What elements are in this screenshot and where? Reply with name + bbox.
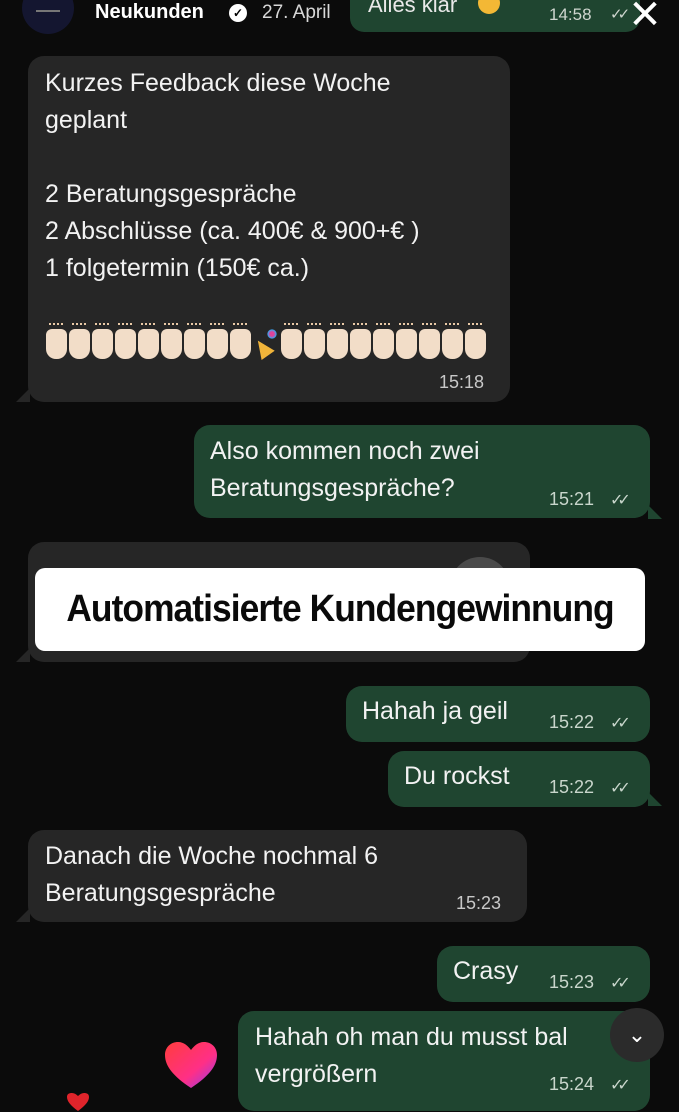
raising-hands-emoji-icon <box>92 323 113 359</box>
message-text: Du rockst <box>404 762 510 790</box>
emoji-row <box>46 323 486 361</box>
read-receipt-icon: ✓✓ <box>610 975 631 992</box>
message-time: 15:22 <box>549 712 595 732</box>
party-popper-emoji-icon <box>253 329 279 359</box>
raising-hands-emoji-icon <box>115 323 136 359</box>
raising-hands-emoji-icon <box>350 323 371 359</box>
raising-hands-emoji-icon <box>281 323 302 359</box>
message-time: 14:58 <box>549 5 592 24</box>
message-time: 15:24 <box>549 1074 595 1094</box>
read-receipt-icon: ✓✓ <box>610 6 630 23</box>
message-text: Also kommen noch zwei Beratungsgespräche… <box>210 437 480 502</box>
verified-badge-icon: ✓ <box>229 4 247 22</box>
raising-hands-emoji-icon <box>304 323 325 359</box>
raising-hands-emoji-icon <box>442 323 463 359</box>
raising-hands-emoji-icon <box>46 323 67 359</box>
read-receipt-icon: ✓✓ <box>610 1077 631 1094</box>
message-time: 15:18 <box>439 372 485 392</box>
close-icon[interactable]: ✕ <box>624 0 666 36</box>
message-text: Alles klar <box>368 0 458 17</box>
raising-hands-emoji-icon <box>161 323 182 359</box>
heart-icon <box>67 1093 89 1111</box>
read-receipt-icon: ✓✓ <box>610 715 631 732</box>
bubble-tail <box>648 505 662 519</box>
raising-hands-emoji-icon <box>207 323 228 359</box>
raising-hands-emoji-icon <box>419 323 440 359</box>
message-time: 15:23 <box>549 972 595 992</box>
heart-icon <box>165 1042 217 1088</box>
message-time: 15:21 <box>549 489 595 509</box>
message-time: 15:23 <box>456 893 502 913</box>
date-label: 27. April <box>262 2 331 23</box>
raising-hands-emoji-icon <box>230 323 251 359</box>
message-text: Kurzes Feedback diese Woche geplant 2 Be… <box>45 69 420 282</box>
message-text: Hahah ja geil <box>362 697 508 725</box>
raising-hands-emoji-icon <box>327 323 348 359</box>
raising-hands-emoji-icon <box>69 323 90 359</box>
message-text: Crasy <box>453 957 519 985</box>
raising-hands-emoji-icon <box>373 323 394 359</box>
chat-title[interactable]: Neukunden <box>95 1 204 24</box>
raising-hands-emoji-icon <box>184 323 205 359</box>
avatar[interactable] <box>22 0 74 34</box>
raising-hands-emoji-icon <box>138 323 159 359</box>
message-text: Danach die Woche nochmal 6 Beratungsgesp… <box>45 842 379 907</box>
read-receipt-icon: ✓✓ <box>610 780 631 797</box>
raising-hands-emoji-icon <box>465 323 486 359</box>
chevron-down-icon[interactable]: ⌄ <box>610 1008 664 1062</box>
overlay-banner-text: Automatisierte Kundengewinnung <box>66 588 614 630</box>
bubble-tail <box>648 792 662 806</box>
raising-hands-emoji-icon <box>396 323 417 359</box>
message-time: 15:22 <box>549 777 595 797</box>
read-receipt-icon: ✓✓ <box>610 492 631 509</box>
